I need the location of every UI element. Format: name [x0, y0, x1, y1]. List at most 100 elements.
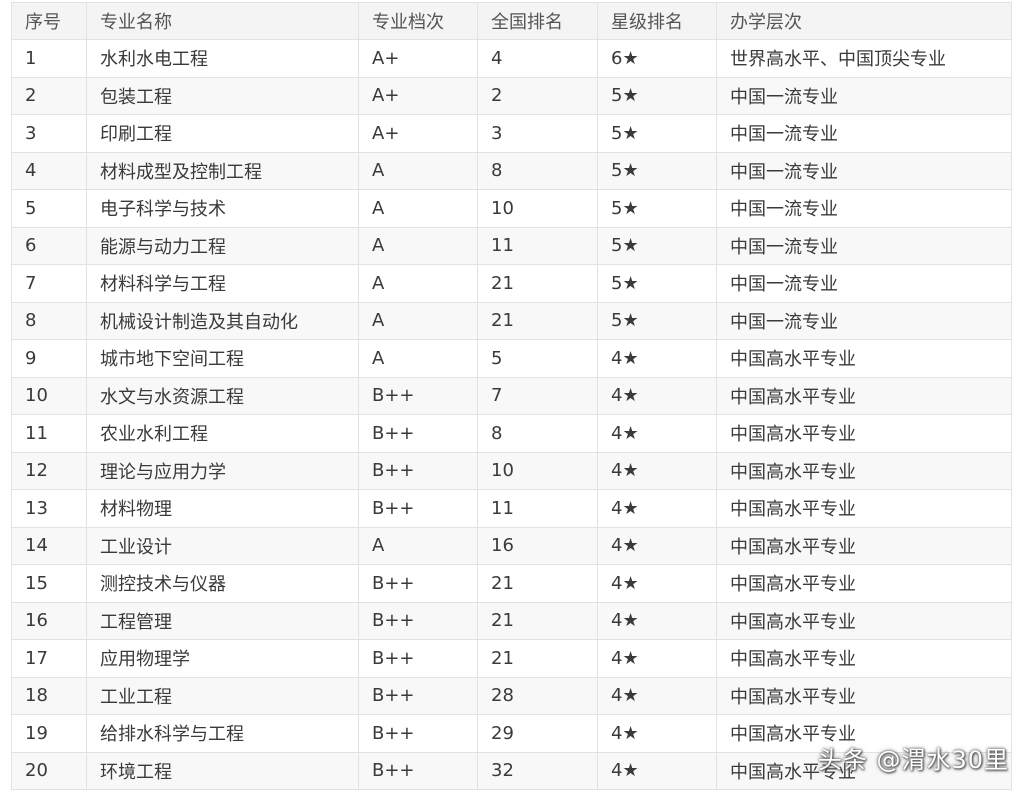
- national-rank-cell: 21: [477, 264, 598, 303]
- major-name-cell: 机械设计制造及其自动化: [86, 301, 359, 340]
- major-name-cell: 材料成型及控制工程: [86, 151, 359, 190]
- major-name-cell: 材料物理: [86, 489, 359, 528]
- index-cell: 12: [11, 451, 87, 490]
- major-level-cell: A+: [358, 39, 478, 78]
- national-rank-cell: 7: [477, 376, 598, 415]
- star-rank-cell: 4★: [597, 639, 717, 678]
- school-level-cell: 中国高水平专业: [716, 601, 1012, 640]
- table-row: 12 理论与应用力学 B++ 10 4★ 中国高水平专业: [11, 451, 1012, 490]
- national-rank-cell: 21: [477, 301, 598, 340]
- major-name-header: 专业名称: [86, 2, 359, 40]
- star-rank-cell: 4★: [597, 564, 717, 603]
- school-level-cell: 中国一流专业: [716, 151, 1012, 190]
- index-cell: 13: [11, 489, 87, 528]
- major-level-cell: B++: [358, 451, 478, 490]
- index-cell: 11: [11, 414, 87, 453]
- national-rank-cell: 21: [477, 639, 598, 678]
- table-row: 2 包装工程 A+ 2 5★ 中国一流专业: [11, 76, 1012, 115]
- national-rank-cell: 5: [477, 339, 598, 378]
- star-rank-cell: 4★: [597, 339, 717, 378]
- table-row: 11 农业水利工程 B++ 8 4★ 中国高水平专业: [11, 414, 1012, 453]
- major-level-cell: A: [358, 526, 478, 565]
- national-rank-cell: 21: [477, 564, 598, 603]
- national-rank-cell: 2: [477, 76, 598, 115]
- major-name-cell: 材料科学与工程: [86, 264, 359, 303]
- school-level-cell: 中国高水平专业: [716, 489, 1012, 528]
- star-rank-cell: 5★: [597, 114, 717, 153]
- major-name-cell: 应用物理学: [86, 639, 359, 678]
- star-rank-cell: 5★: [597, 226, 717, 265]
- index-cell: 9: [11, 339, 87, 378]
- school-level-header: 办学层次: [716, 2, 1012, 40]
- major-level-cell: B++: [358, 751, 478, 790]
- school-level-cell: 中国一流专业: [716, 264, 1012, 303]
- school-level-cell: 中国高水平专业: [716, 526, 1012, 565]
- index-cell: 4: [11, 151, 87, 190]
- school-level-cell: 中国高水平专业: [716, 414, 1012, 453]
- star-rank-cell: 4★: [597, 526, 717, 565]
- major-level-cell: B++: [358, 601, 478, 640]
- index-cell: 15: [11, 564, 87, 603]
- major-name-cell: 能源与动力工程: [86, 226, 359, 265]
- school-level-cell: 中国一流专业: [716, 114, 1012, 153]
- school-level-cell: 中国高水平专业: [716, 676, 1012, 715]
- major-level-cell: A+: [358, 76, 478, 115]
- table-row: 5 电子科学与技术 A 10 5★ 中国一流专业: [11, 189, 1012, 228]
- national-rank-cell: 29: [477, 714, 598, 753]
- index-cell: 19: [11, 714, 87, 753]
- national-rank-cell: 8: [477, 151, 598, 190]
- index-cell: 8: [11, 301, 87, 340]
- major-name-cell: 理论与应用力学: [86, 451, 359, 490]
- school-level-cell: 中国一流专业: [716, 226, 1012, 265]
- national-rank-cell: 11: [477, 489, 598, 528]
- national-rank-cell: 32: [477, 751, 598, 790]
- index-cell: 3: [11, 114, 87, 153]
- major-name-cell: 测控技术与仪器: [86, 564, 359, 603]
- school-level-cell: 中国一流专业: [716, 76, 1012, 115]
- star-rank-cell: 4★: [597, 714, 717, 753]
- star-rank-cell: 5★: [597, 301, 717, 340]
- table-row: 16 工程管理 B++ 21 4★ 中国高水平专业: [11, 601, 1012, 640]
- major-name-cell: 包装工程: [86, 76, 359, 115]
- index-cell: 17: [11, 639, 87, 678]
- major-name-cell: 电子科学与技术: [86, 189, 359, 228]
- watermark: 头条 @渭水30里: [817, 746, 1009, 774]
- school-level-cell: 中国高水平专业: [716, 339, 1012, 378]
- table-header: 序号 专业名称 专业档次 全国排名 星级排名 办学层次: [11, 2, 1012, 40]
- star-rank-cell: 6★: [597, 39, 717, 78]
- major-name-cell: 工业设计: [86, 526, 359, 565]
- major-level-cell: B++: [358, 714, 478, 753]
- index-cell: 6: [11, 226, 87, 265]
- index-cell: 10: [11, 376, 87, 415]
- school-level-cell: 中国一流专业: [716, 301, 1012, 340]
- major-name-cell: 工业工程: [86, 676, 359, 715]
- star-rank-cell: 4★: [597, 451, 717, 490]
- school-level-cell: 中国高水平专业: [716, 639, 1012, 678]
- school-level-cell: 中国高水平专业: [716, 564, 1012, 603]
- table-row: 6 能源与动力工程 A 11 5★ 中国一流专业: [11, 226, 1012, 265]
- national-rank-cell: 10: [477, 189, 598, 228]
- major-level-header: 专业档次: [358, 2, 478, 40]
- major-level-cell: A: [358, 339, 478, 378]
- national-rank-cell: 4: [477, 39, 598, 78]
- index-header: 序号: [11, 2, 87, 40]
- star-rank-cell: 5★: [597, 189, 717, 228]
- national-rank-header: 全国排名: [477, 2, 598, 40]
- table-row: 14 工业设计 A 16 4★ 中国高水平专业: [11, 526, 1012, 565]
- school-level-cell: 中国高水平专业: [716, 376, 1012, 415]
- major-level-cell: A: [358, 301, 478, 340]
- major-level-cell: B++: [358, 564, 478, 603]
- index-cell: 1: [11, 39, 87, 78]
- index-cell: 14: [11, 526, 87, 565]
- major-level-cell: B++: [358, 414, 478, 453]
- school-level-cell: 世界高水平、中国顶尖专业: [716, 39, 1012, 78]
- national-rank-cell: 3: [477, 114, 598, 153]
- index-cell: 16: [11, 601, 87, 640]
- star-rank-cell: 4★: [597, 489, 717, 528]
- star-rank-header: 星级排名: [597, 2, 717, 40]
- table-row: 1 水利水电工程 A+ 4 6★ 世界高水平、中国顶尖专业: [11, 39, 1012, 78]
- table-row: 17 应用物理学 B++ 21 4★ 中国高水平专业: [11, 639, 1012, 678]
- star-rank-cell: 4★: [597, 376, 717, 415]
- national-rank-cell: 16: [477, 526, 598, 565]
- star-rank-cell: 5★: [597, 264, 717, 303]
